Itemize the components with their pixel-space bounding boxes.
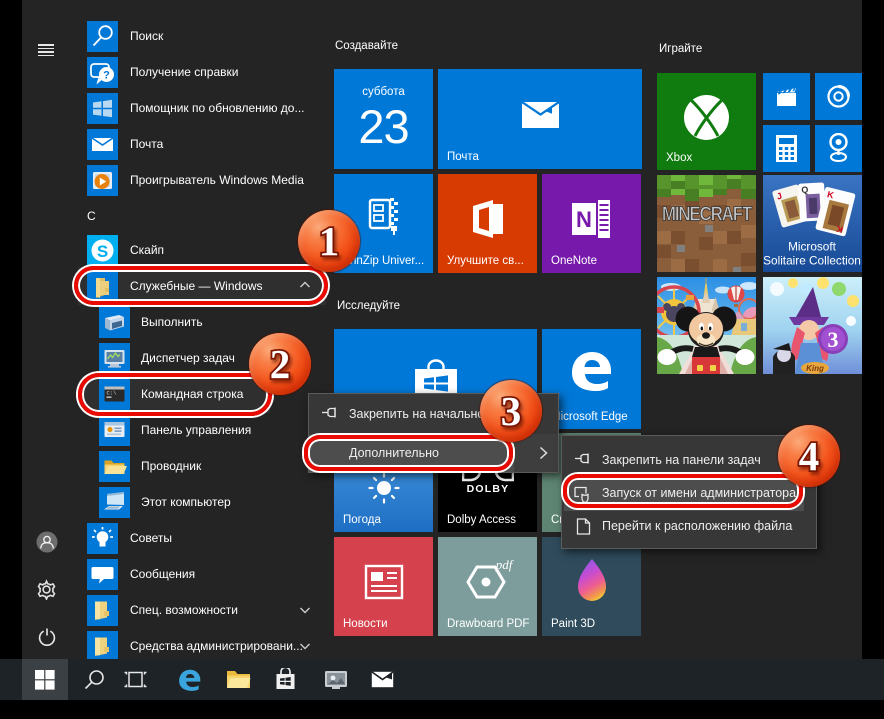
- svg-text:3: 3: [828, 327, 839, 352]
- svg-text:4: 4: [799, 433, 820, 479]
- svg-text:N: N: [576, 207, 592, 232]
- svg-text:3: 3: [501, 388, 522, 434]
- svg-text:S: S: [97, 242, 108, 261]
- svg-text:MINECRAFT: MINECRAFT: [662, 202, 753, 225]
- svg-text:?: ?: [103, 70, 110, 82]
- svg-text:DOLBY: DOLBY: [467, 483, 510, 493]
- svg-text:King: King: [806, 364, 824, 373]
- svg-text:pdf: pdf: [495, 559, 515, 572]
- svg-text:2: 2: [270, 341, 291, 387]
- svg-text:Q: Q: [801, 185, 809, 195]
- svg-text:Microsoft: Microsoft: [788, 240, 837, 254]
- svg-text:1: 1: [319, 218, 340, 264]
- svg-text:Solitaire Collection: Solitaire Collection: [763, 254, 861, 268]
